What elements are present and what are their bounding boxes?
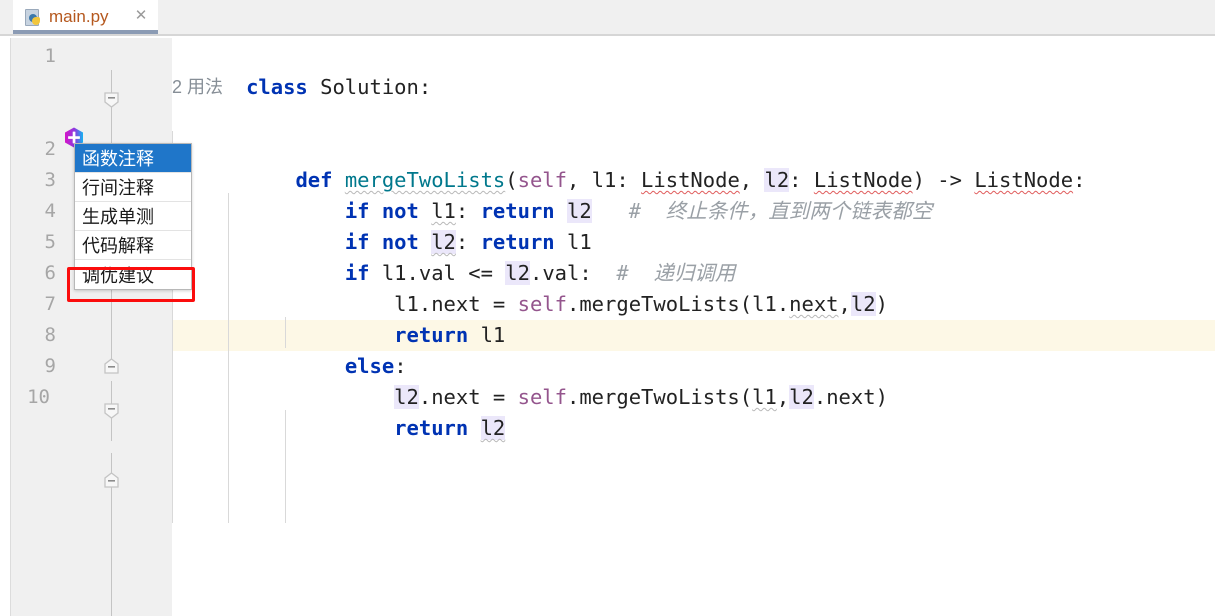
- line-number: 5: [44, 231, 56, 253]
- line-number: 8: [44, 324, 56, 346]
- line-number: 9: [44, 355, 56, 377]
- menu-item-inline-comment[interactable]: 行间注释: [75, 173, 191, 202]
- line-number: 3: [44, 169, 56, 191]
- colon: :: [418, 75, 432, 99]
- class-name: Solution: [320, 75, 419, 99]
- tab-active-indicator: [13, 30, 158, 34]
- colon: :: [1073, 168, 1086, 192]
- keyword-return: return: [394, 416, 469, 440]
- fold-marker-end[interactable]: [104, 358, 119, 374]
- inline-comment: [592, 199, 629, 223]
- code-line-10: return l2: [172, 382, 506, 475]
- code-content[interactable]: class Solution: 2 用法 def mergeTwoLists(s…: [172, 38, 1215, 616]
- var-l1: l1: [752, 292, 777, 316]
- attr-next: next: [789, 292, 839, 316]
- menu-item-label: 调优建议: [82, 265, 154, 286]
- arrow: ->: [937, 168, 962, 192]
- method-call: mergeTwoLists: [579, 385, 740, 409]
- menu-item-code-explanation[interactable]: 代码解释: [75, 231, 191, 260]
- var-l1: l1: [480, 323, 506, 347]
- line-number: 7: [44, 293, 56, 315]
- fold-marker-collapse[interactable]: [104, 403, 119, 419]
- menu-item-generate-unit-test[interactable]: 生成单测: [75, 202, 191, 231]
- method-call: mergeTwoLists: [579, 292, 740, 316]
- paren-open: (: [739, 292, 753, 316]
- python-file-icon: [25, 8, 42, 26]
- menu-item-label: 函数注释: [82, 149, 154, 169]
- dot: .: [566, 385, 580, 409]
- var-l1: l1: [752, 385, 777, 409]
- menu-item-optimization-advice[interactable]: 调优建议: [75, 260, 191, 289]
- fold-marker-end[interactable]: [104, 472, 119, 488]
- comment-line-3: # 终止条件，直到两个链表都空: [628, 199, 933, 223]
- attr-next: next: [826, 385, 876, 409]
- keyword-class: class: [246, 75, 308, 99]
- paren-open: (: [739, 385, 753, 409]
- code-vision-usages[interactable]: 2 用法: [172, 72, 223, 103]
- dot: .: [813, 385, 827, 409]
- menu-item-label: 生成单测: [82, 207, 154, 227]
- line-number: 1: [44, 45, 56, 67]
- paren-close: ): [875, 385, 888, 409]
- line-number: 2: [44, 138, 56, 160]
- var-l2: l2: [850, 292, 876, 316]
- tab-main-py[interactable]: main.py ✕: [13, 0, 158, 34]
- var-l2: l2: [480, 416, 506, 440]
- fold-marker-collapse[interactable]: [104, 92, 119, 108]
- comma: ,: [776, 385, 790, 409]
- menu-item-function-comment[interactable]: 函数注释: [75, 144, 191, 173]
- editor-left-edge: [0, 38, 10, 616]
- close-icon[interactable]: ✕: [134, 8, 148, 23]
- comma: ,: [838, 292, 851, 316]
- line-number: 6: [44, 262, 56, 284]
- self-ref: self: [517, 385, 567, 409]
- line-number: 10: [27, 386, 50, 408]
- menu-item-label: 代码解释: [82, 236, 154, 256]
- editor-tab-bar: main.py ✕: [0, 0, 1215, 36]
- var-l2: l2: [789, 385, 814, 409]
- dot: .: [776, 292, 790, 316]
- self-ref: self: [517, 292, 567, 316]
- paren-close: ): [875, 292, 888, 316]
- dot: .: [566, 292, 580, 316]
- ai-actions-popup-menu[interactable]: 函数注释 行间注释 生成单测 代码解释 调优建议: [74, 143, 192, 290]
- menu-item-label: 行间注释: [82, 178, 154, 198]
- return-type: ListNode: [974, 168, 1074, 192]
- line-number: 4: [44, 200, 56, 222]
- code-editor[interactable]: 1 2 3 4 5 6 7 8 9 10 class Solution: 2 用…: [0, 38, 1215, 616]
- tab-label: main.py: [49, 7, 109, 26]
